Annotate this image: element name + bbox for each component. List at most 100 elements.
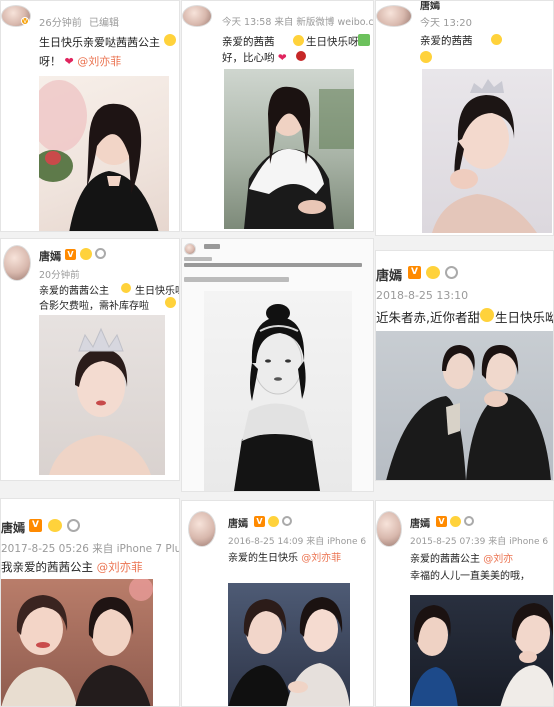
post-timestamp: 2018-8-25 13:10 <box>376 289 469 302</box>
blurred-header-text <box>184 257 212 261</box>
post-text-line-b: 生日快乐呦 <box>495 310 554 325</box>
gift-emoji-icon <box>358 34 370 46</box>
weibo-post-card: 今天 13:58 来自 新版微博 weibo.co 亲爱的茜茜 生日快乐呀 好，… <box>181 0 374 232</box>
rose-emoji-icon <box>296 51 306 61</box>
ring-badge-icon <box>282 516 292 526</box>
post-text: 亲爱的茜茜 <box>222 34 275 49</box>
verified-v-icon: V <box>65 249 76 260</box>
post-text-line: 亲爱的茜茜 <box>222 36 275 48</box>
blurred-header-text <box>204 244 220 249</box>
username[interactable]: 唐嫣 <box>228 515 248 530</box>
portrait-image <box>234 304 320 491</box>
avatar[interactable] <box>188 511 216 547</box>
post-text-prefix: 呀！ <box>39 55 61 68</box>
vip-badge-icon <box>268 516 279 527</box>
post-text-line2: 幸福的人儿一直美美的哦， <box>410 571 530 582</box>
username[interactable]: 唐嫣 <box>39 248 61 264</box>
post-timestamp: 今天 13:20 <box>420 18 472 29</box>
ring-badge-icon <box>464 516 474 526</box>
vip-badge-icon <box>426 266 440 279</box>
smile-emoji-icon <box>121 283 131 293</box>
post-photo[interactable] <box>224 69 354 229</box>
post-text-line2: 好，比心哟 ❤ <box>222 50 287 65</box>
heart-icon: ❤ <box>64 55 74 68</box>
post-text: 亲爱的茜茜公主 @刘亦 <box>410 550 513 565</box>
avatar[interactable] <box>184 243 196 255</box>
verified-v-icon: V <box>29 519 42 532</box>
post-text-line: 亲爱的茜茜公主 <box>410 554 480 565</box>
post-timestamp: 今天 13:58 来自 新版微博 weibo.co <box>222 17 374 28</box>
post-text-line-b: 生日快乐呀 <box>306 36 359 48</box>
weibo-post-card: V 26分钟前 已编辑 生日快乐亲爱哒茜茜公主 呀！ ❤ @刘亦菲 <box>0 0 180 232</box>
post-timestamp: 2015-8-25 07:39 来自 iPhone 6 <box>410 537 549 547</box>
verified-v-icon: V <box>436 516 447 527</box>
weibo-post-card: 唐嫣 V 2016-8-25 14:09 来自 iPhone 6 亲爱的生日快乐… <box>181 500 374 707</box>
portrait-image <box>228 597 350 706</box>
post-timestamp: 2016-8-25 14:09 来自 iPhone 6 <box>228 537 367 547</box>
avatar[interactable] <box>376 5 412 27</box>
post-text-line: 亲爱的茜茜公主 <box>39 286 109 297</box>
post-text-line: 亲爱的茜茜 <box>420 35 473 47</box>
post-timestamp: 2017-8-25 05:26 来自 iPhone 7 Plus <box>1 543 180 555</box>
weibo-post-card <box>181 238 374 492</box>
smile-emoji-icon <box>164 34 176 46</box>
weibo-post-card: 唐嫣 今天 13:20 亲爱的茜茜 <box>375 0 554 236</box>
post-photo[interactable] <box>410 595 553 706</box>
weibo-post-card: 唐嫣 V 20分钟前 亲爱的茜茜公主 生日快乐呀 合影欠费啦，需补库存啦 <box>0 238 180 481</box>
edited-label: 已编辑 <box>89 18 119 29</box>
vip-badge-icon <box>48 519 62 532</box>
post-text-line2: 呀！ ❤ @刘亦菲 <box>39 53 121 69</box>
post-photo[interactable] <box>1 579 153 706</box>
heart-icon: ❤ <box>277 52 287 64</box>
mention-link[interactable]: @刘亦 <box>483 554 513 565</box>
post-text-line-b: 生日快乐呀 <box>135 286 180 297</box>
portrait-image <box>39 80 159 231</box>
portrait-image <box>410 603 553 706</box>
mention-link[interactable]: @刘亦菲 <box>301 553 341 564</box>
verified-badge-icon: V <box>21 17 29 25</box>
post-text: 我亲爱的茜茜公主 @刘亦菲 <box>1 559 143 575</box>
verified-v-icon: V <box>254 516 265 527</box>
portrait-image <box>244 86 354 229</box>
post-text-line: 近朱者赤,近你者甜 <box>376 310 480 325</box>
avatar[interactable] <box>3 245 31 281</box>
weibo-post-card: 唐嫣 V 2015-8-25 07:39 来自 iPhone 6 亲爱的茜茜公主… <box>375 500 554 707</box>
smile-emoji-icon <box>491 34 502 45</box>
blurred-toolbar <box>184 277 289 282</box>
mention-link[interactable]: @刘亦菲 <box>77 55 121 68</box>
post-photo[interactable] <box>39 76 169 231</box>
portrait-image <box>386 345 551 480</box>
post-timestamp: 26分钟前 <box>39 18 82 29</box>
post-text-prefix: 好，比心哟 <box>222 52 275 64</box>
portrait-image <box>1 579 153 706</box>
smile-emoji-icon <box>293 35 304 46</box>
avatar[interactable] <box>182 5 212 27</box>
post-text-line2: 合影欠费啦，需补库存啦 <box>39 301 149 312</box>
blurred-caption <box>184 263 362 267</box>
post-photo[interactable] <box>376 331 553 480</box>
post-photo[interactable] <box>422 69 552 233</box>
post-photo[interactable] <box>39 315 165 475</box>
post-text: 亲爱的生日快乐 @刘亦菲 <box>228 549 341 564</box>
ring-badge-icon <box>445 266 458 279</box>
verified-v-icon: V <box>408 266 421 279</box>
mention-link[interactable]: @刘亦菲 <box>97 560 143 574</box>
avatar[interactable] <box>376 511 402 547</box>
portrait-image <box>432 79 537 233</box>
vip-badge-icon <box>80 248 92 260</box>
post-photo[interactable] <box>228 583 350 706</box>
username[interactable]: 唐嫣 <box>410 515 430 530</box>
laugh-emoji-icon <box>480 308 494 322</box>
post-photo[interactable] <box>204 291 352 491</box>
weibo-post-card: 唐嫣 V 2017-8-25 05:26 来自 iPhone 7 Plus 我亲… <box>0 498 180 707</box>
username[interactable]: 唐嫣 <box>376 265 402 284</box>
post-text-line: 亲爱的生日快乐 <box>228 553 298 564</box>
post-text: 亲爱的茜茜公主 <box>39 282 109 297</box>
username[interactable]: 唐嫣 <box>420 1 440 12</box>
ring-badge-icon <box>67 519 80 532</box>
username[interactable]: 唐嫣 <box>1 519 25 536</box>
portrait-image <box>49 327 151 475</box>
post-timestamp: 20分钟前 <box>39 270 80 281</box>
post-text-line: 我亲爱的茜茜公主 <box>1 560 93 574</box>
laugh-emoji-icon <box>165 297 176 308</box>
